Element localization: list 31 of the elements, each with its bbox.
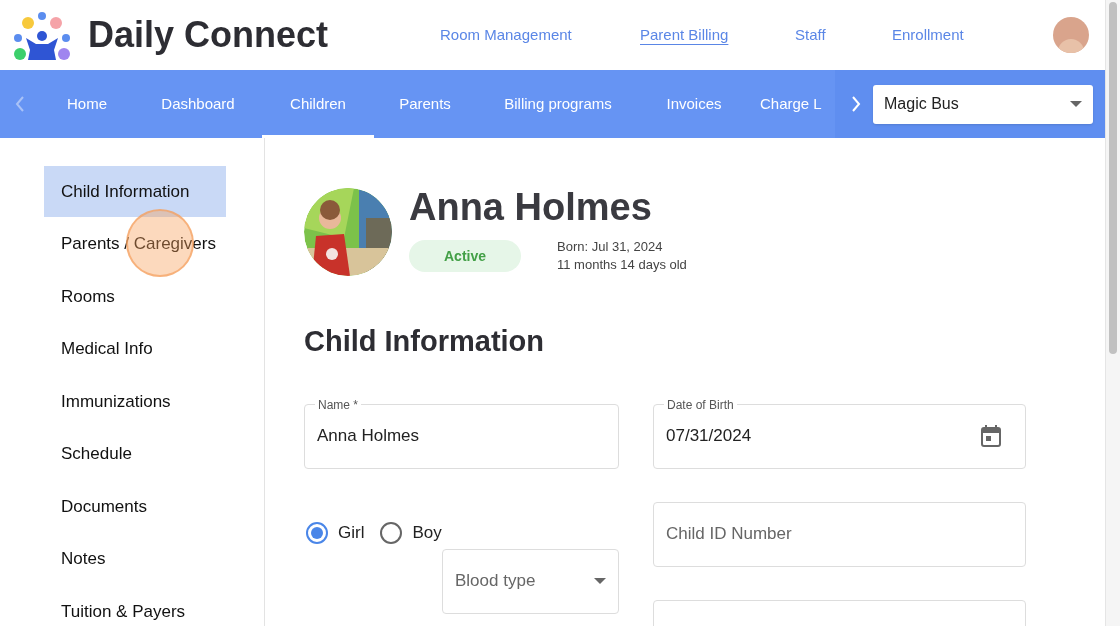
chevron-left-icon[interactable] bbox=[15, 96, 25, 112]
blood-type-select[interactable]: Blood type bbox=[442, 548, 619, 614]
dropdown-caret-icon bbox=[1070, 101, 1082, 107]
user-avatar[interactable] bbox=[1053, 17, 1089, 53]
sidebar-item[interactable]: Immunizations bbox=[44, 376, 226, 427]
top-link[interactable]: Staff bbox=[795, 23, 826, 47]
sidebar-item[interactable]: Notes bbox=[44, 533, 226, 585]
sidebar-item[interactable]: Tuition & Payers bbox=[44, 586, 226, 626]
brand-name: Daily Connect bbox=[88, 13, 329, 57]
child-name: Anna Holmes bbox=[409, 187, 653, 227]
status-badge: Active bbox=[409, 240, 521, 272]
sidebar-item[interactable]: Rooms bbox=[44, 271, 226, 322]
section-title: Child Information bbox=[304, 324, 546, 359]
age-text: 11 months 14 days old bbox=[557, 256, 687, 274]
sidebar-item[interactable]: Medical Info bbox=[44, 323, 226, 375]
top-link[interactable]: Enrollment bbox=[892, 23, 964, 47]
chevron-right-icon[interactable] bbox=[851, 96, 861, 112]
child-id-field[interactable]: Child ID Number bbox=[653, 501, 1026, 567]
calendar-icon[interactable] bbox=[981, 425, 1001, 447]
gender-radio[interactable]: Boy bbox=[380, 519, 442, 546]
dropdown-caret-icon bbox=[594, 578, 606, 584]
birth-date: Born: Jul 31, 2024 bbox=[557, 238, 664, 256]
sidebar-item[interactable]: Schedule bbox=[44, 428, 226, 480]
sidebar-item[interactable]: Parents / Caregivers bbox=[44, 218, 226, 270]
sidebar-item[interactable]: Child Information bbox=[44, 166, 226, 217]
top-link[interactable]: Room Management bbox=[440, 23, 572, 47]
scrollbar[interactable] bbox=[1105, 0, 1120, 626]
school-select[interactable]: Magic Bus bbox=[873, 84, 1093, 124]
top-link[interactable]: Parent Billing bbox=[640, 23, 729, 47]
sidebar-item[interactable]: Documents bbox=[44, 481, 226, 532]
gender-radio[interactable]: Girl bbox=[306, 519, 365, 546]
